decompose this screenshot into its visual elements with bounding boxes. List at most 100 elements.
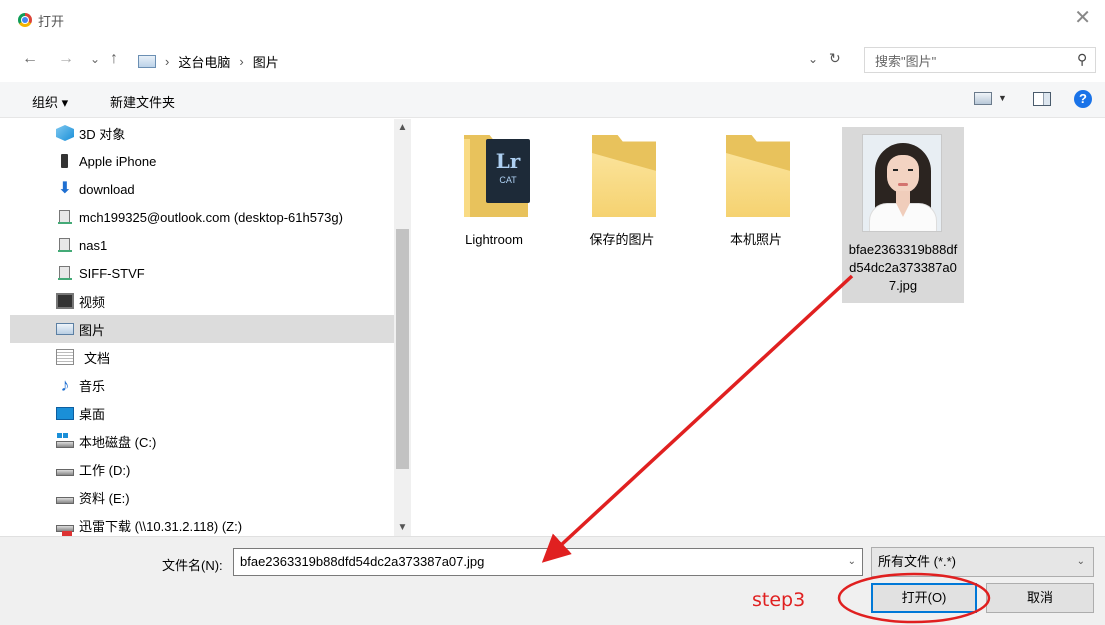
tree-item-drive-c[interactable]: 本地磁盘 (C:) (10, 427, 394, 455)
network-drive-icon (56, 524, 74, 536)
tree-item-download[interactable]: ⬇ download (10, 175, 394, 203)
tree-item-apple-iphone[interactable]: Apple iPhone (10, 147, 394, 175)
system-drive-icon (56, 432, 74, 448)
video-icon (56, 293, 74, 309)
address-dropdown-chevron-icon[interactable]: ⌄ (808, 52, 818, 66)
forward-arrow-icon[interactable]: → (58, 49, 74, 69)
download-arrow-icon: ⬇ (58, 180, 72, 197)
phone-icon (56, 153, 74, 169)
folder-camera-roll[interactable]: 本机照片 (698, 119, 814, 279)
scroll-up-arrow-icon[interactable]: ▲ (394, 119, 411, 136)
network-share-icon (56, 237, 74, 253)
help-icon[interactable]: ? (1074, 90, 1092, 108)
tree-item-label: download (79, 181, 135, 197)
file-list: Lr CAT Lightroom 保存的图片 本机照片 bfae2363319b… (414, 119, 1105, 536)
up-arrow-icon[interactable]: ↑ (110, 49, 118, 69)
breadcrumb-pictures[interactable]: 图片 (253, 52, 279, 71)
tree-item-label: 视频 (79, 294, 106, 310)
file-label: 本机照片 (729, 232, 782, 247)
scroll-down-arrow-icon[interactable]: ▼ (394, 519, 411, 536)
tree-item-label: mch199325@outlook.com (desktop-61h573g) (79, 209, 343, 225)
tree-item-label: 桌面 (79, 406, 106, 422)
tree-item-label: 迅雷下载 (\\10.31.2.118) (Z:) (79, 518, 243, 534)
navigation-pane-scrollbar[interactable]: ▲ ▼ (394, 119, 411, 536)
recent-locations-chevron-icon[interactable]: ⌄ (90, 49, 100, 69)
pictures-location-icon (138, 54, 156, 68)
filename-label: 文件名(N): (162, 558, 223, 573)
address-bar[interactable]: › 这台电脑 › 图片 (132, 49, 852, 73)
tree-item-label: nas1 (79, 237, 108, 253)
folder-saved-pictures[interactable]: 保存的图片 (564, 119, 680, 279)
tree-item-label: 图片 (79, 322, 106, 338)
documents-icon (56, 349, 74, 365)
filename-value: bfae2363319b88dfd54dc2a373387a07.jpg (240, 554, 485, 569)
file-label: Lightroom (465, 232, 523, 247)
pictures-icon (56, 323, 74, 335)
filename-input[interactable]: bfae2363319b88dfd54dc2a373387a07.jpg ⌄ (233, 548, 863, 576)
step-label: step3 (752, 589, 806, 611)
tree-item-label: 资料 (E:) (79, 490, 130, 506)
navigation-pane: 3D 对象 Apple iPhone ⬇ download mch199325@… (10, 119, 394, 536)
file-item-selected-photo[interactable]: bfae2363319b88dfd54dc2a373387a07.jpg (842, 127, 964, 303)
close-icon[interactable]: ✕ (1074, 7, 1091, 29)
file-type-chevron-icon: ⌄ (1076, 556, 1085, 567)
tree-item-siff-stvf[interactable]: SIFF-STVF (10, 259, 394, 287)
tree-item-label: 工作 (D:) (79, 462, 131, 478)
scrollbar-thumb[interactable] (396, 229, 409, 469)
tree-item-music[interactable]: ♪ 音乐 (10, 371, 394, 399)
tree-item-desktop[interactable]: 桌面 (10, 399, 394, 427)
tree-item-documents[interactable]: 文档 (10, 343, 394, 371)
tree-item-label: 3D 对象 (79, 126, 126, 142)
view-mode-dropdown-icon[interactable]: ▼ (998, 93, 1007, 103)
music-icon: ♪ (60, 375, 70, 395)
tree-item-nas1[interactable]: nas1 (10, 231, 394, 259)
breadcrumb-this-pc[interactable]: 这台电脑 (178, 52, 230, 71)
search-box[interactable]: 搜索"图片" ⚲ (864, 47, 1096, 73)
preview-pane-icon[interactable] (1033, 92, 1051, 106)
file-label: 保存的图片 (589, 232, 655, 247)
window-title: 打开 (38, 14, 65, 29)
folder-lightroom[interactable]: Lr CAT Lightroom (436, 119, 552, 279)
folder-icon (726, 135, 790, 217)
search-placeholder: 搜索"图片" (875, 53, 937, 69)
desktop-icon (56, 406, 74, 420)
organize-menu[interactable]: 组织 ▾ (32, 92, 68, 111)
tree-item-3d-objects[interactable]: 3D 对象 (10, 119, 394, 147)
title-bar: 打开 ✕ (0, 0, 1105, 40)
refresh-icon[interactable]: ↻ (829, 50, 841, 67)
tree-item-label: Apple iPhone (79, 153, 157, 169)
file-type-select[interactable]: 所有文件 (*.*) ⌄ (871, 547, 1094, 577)
lightroom-catalog-icon: Lr CAT (486, 139, 530, 203)
view-mode-icon[interactable] (974, 92, 992, 105)
folder-icon: Lr CAT (464, 135, 530, 217)
tree-item-videos[interactable]: 视频 (10, 287, 394, 315)
cancel-button[interactable]: 取消 (986, 583, 1094, 613)
tree-item-drive-d[interactable]: 工作 (D:) (10, 455, 394, 483)
3d-objects-icon (56, 125, 74, 141)
file-type-value: 所有文件 (*.*) (878, 554, 957, 569)
drive-icon (56, 496, 74, 504)
network-share-icon (56, 265, 74, 281)
back-arrow-icon[interactable]: ← (22, 49, 38, 69)
tree-item-drive-z[interactable]: 迅雷下载 (\\10.31.2.118) (Z:) (10, 511, 394, 536)
breadcrumb-separator: › (165, 53, 170, 69)
command-toolbar: 组织 ▾ 新建文件夹 (0, 82, 1105, 118)
tree-item-outlook-share[interactable]: mch199325@outlook.com (desktop-61h573g) (10, 203, 394, 231)
chrome-icon (18, 13, 32, 27)
tree-item-pictures[interactable]: 图片 (10, 315, 394, 343)
tree-item-label: 本地磁盘 (C:) (79, 434, 157, 450)
file-label: bfae2363319b88dfd54dc2a373387a07.jpg (848, 242, 958, 293)
tree-item-label: 音乐 (79, 378, 106, 394)
folder-icon (592, 135, 656, 217)
search-icon[interactable]: ⚲ (1077, 51, 1087, 68)
tree-item-label: SIFF-STVF (79, 265, 145, 281)
network-share-icon (56, 209, 74, 225)
portrait-thumbnail (862, 134, 942, 232)
drive-icon (56, 468, 74, 476)
tree-item-drive-e[interactable]: 资料 (E:) (10, 483, 394, 511)
tree-item-label: 文档 (84, 350, 111, 366)
new-folder-button[interactable]: 新建文件夹 (110, 92, 175, 111)
filename-dropdown-chevron-icon[interactable]: ⌄ (848, 549, 856, 575)
open-button[interactable]: 打开(O) (871, 583, 977, 613)
breadcrumb-separator: › (239, 53, 244, 69)
